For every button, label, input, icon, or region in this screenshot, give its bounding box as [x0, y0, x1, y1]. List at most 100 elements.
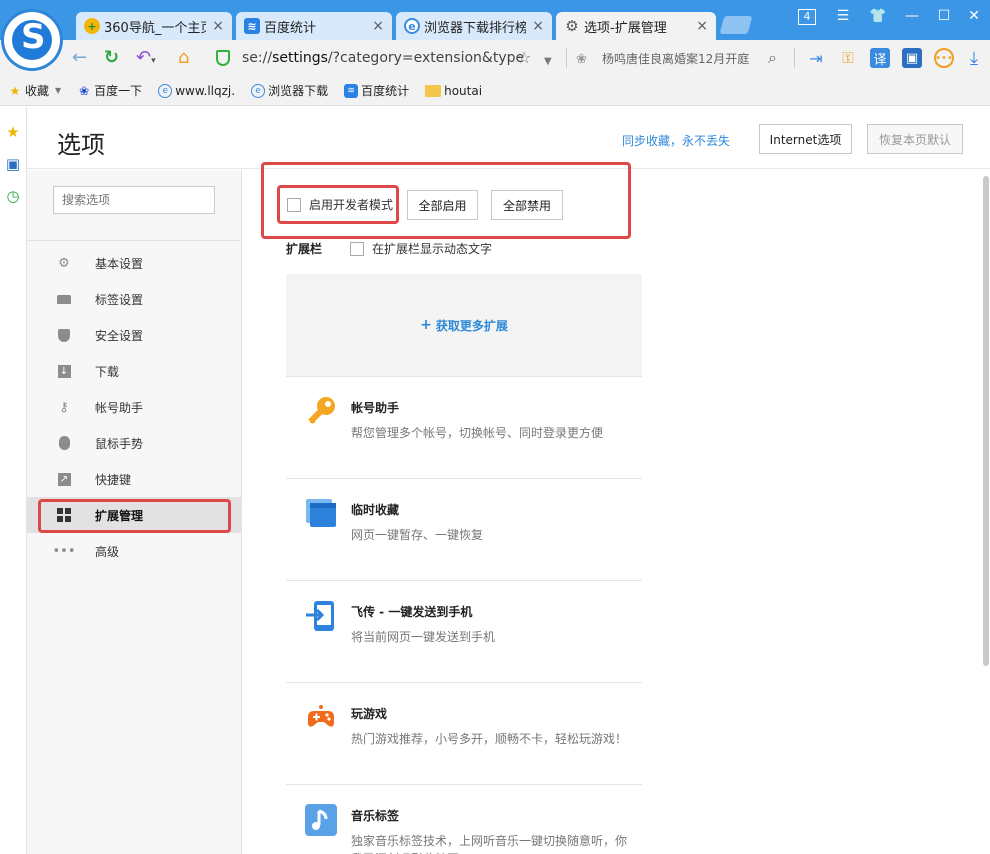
- dev-mode-toggle[interactable]: 启用开发者模式: [287, 196, 393, 213]
- minimize-icon[interactable]: —: [902, 8, 922, 24]
- chevron-down-icon[interactable]: ▼: [544, 52, 552, 72]
- tab-count-badge[interactable]: 4: [798, 9, 816, 25]
- extension-name: 飞传 - 一键发送到手机: [351, 605, 473, 619]
- plus-icon: +: [420, 317, 432, 333]
- address-bar[interactable]: se://settings/?category=extension&type: [216, 45, 566, 71]
- baidu-stats-icon: ≋: [344, 83, 359, 98]
- star-icon[interactable]: ★: [4, 123, 22, 141]
- dev-mode-label: 启用开发者模式: [309, 198, 394, 212]
- bookmark-favorites[interactable]: ★ 收藏 ▼: [8, 82, 62, 99]
- bookmark-label: houtai: [444, 83, 483, 98]
- extension-item[interactable]: 音乐标签 独家音乐标签技术，上网听音乐一键切换随意听，你我已深刻吸引此特写: [286, 784, 642, 854]
- checkbox[interactable]: [350, 241, 365, 256]
- divider: [794, 48, 795, 68]
- tab-browser-download[interactable]: e 浏览器下载排行榜 ×: [396, 12, 552, 40]
- key-icon[interactable]: ⚿: [838, 48, 858, 68]
- extension-name: 音乐标签: [351, 809, 400, 823]
- close-icon[interactable]: ×: [696, 18, 708, 34]
- sync-link[interactable]: 同步收藏，永不丢失: [622, 132, 730, 149]
- sidebar-item-account[interactable]: ⚷ 帐号助手: [27, 389, 242, 425]
- ie-icon: e: [251, 83, 266, 98]
- internet-options-button[interactable]: Internet选项: [759, 124, 852, 154]
- bookmark-label: 收藏: [25, 84, 50, 98]
- page-title: 选项: [57, 131, 105, 159]
- extension-item[interactable]: 玩游戏 热门游戏推荐，小号多开，顺畅不卡，轻松玩游戏！: [286, 682, 642, 784]
- send-to-phone-icon[interactable]: ⇥: [806, 48, 826, 68]
- tab-label: 选项-扩展管理: [584, 20, 667, 36]
- undo-close-icon[interactable]: ↶▾: [136, 48, 156, 71]
- search-suggestion[interactable]: 杨鸣唐佳良离婚案12月开庭: [602, 50, 787, 67]
- download-icon[interactable]: ⤓: [964, 48, 984, 69]
- bookmarks-bar: ★ 收藏 ▼ ❀ 百度一下 e www.llqzj. e 浏览器下载 ≋ 百度统…: [0, 76, 990, 106]
- bookmark-label: 浏览器下载: [268, 84, 329, 98]
- navigation-bar: ← ↻ ↶▾ ⌂ se://settings/?category=extensi…: [0, 40, 990, 76]
- address-prefix: se://: [242, 50, 273, 66]
- more-dots-icon[interactable]: •••: [934, 48, 954, 68]
- side-strip: ★ ▣ ◷: [0, 107, 27, 854]
- dynamic-text-label: 在扩展栏显示动态文字: [372, 242, 493, 256]
- search-options-input[interactable]: [53, 186, 215, 214]
- divider: [27, 240, 242, 241]
- tab-extension-settings[interactable]: ⚙ 选项-扩展管理 ×: [556, 12, 716, 40]
- sidebar-item-download[interactable]: ↓ 下载: [27, 353, 242, 389]
- star-bookmark-icon[interactable]: ☆: [517, 48, 531, 68]
- folder-icon: [425, 84, 442, 97]
- enable-all-button[interactable]: 全部启用: [407, 190, 478, 220]
- extension-item[interactable]: 飞传 - 一键发送到手机 将当前网页一键发送到手机: [286, 580, 642, 682]
- back-arrow-icon[interactable]: ←: [72, 48, 87, 68]
- skin-shirt-icon[interactable]: 👕: [868, 8, 888, 24]
- address-host: settings: [272, 50, 328, 66]
- sidebar-item-basic[interactable]: ⚙ 基本设置: [27, 245, 242, 281]
- sidebar-item-advanced[interactable]: ••• 高级: [27, 533, 242, 569]
- sidebar-item-mouse-gesture[interactable]: 鼠标手势: [27, 425, 242, 461]
- sidebar-item-shortcuts[interactable]: ↗ 快捷键: [27, 461, 242, 497]
- tab-360-nav[interactable]: + 360导航_一个主页 ×: [76, 12, 232, 40]
- extension-item[interactable]: 临时收藏 网页一键暂存、一键恢复: [286, 478, 642, 580]
- sidebar-item-label: 扩展管理: [95, 508, 144, 523]
- disable-all-button[interactable]: 全部禁用: [491, 190, 563, 220]
- extensions-content: 启用开发者模式 全部启用 全部禁用 扩展栏 在扩展栏显示动态文字 + 获取更多扩…: [243, 170, 990, 854]
- phone-send-icon: [306, 601, 334, 631]
- checkbox[interactable]: [287, 197, 301, 212]
- extension-name: 玩游戏: [351, 707, 388, 721]
- bookmark-houtai[interactable]: houtai: [425, 84, 482, 98]
- tab-baidu-stats[interactable]: ≋ 百度统计 ×: [236, 12, 392, 40]
- extension-item[interactable]: 帐号助手 帮您管理多个帐号，切换帐号、同时登录更方便: [286, 376, 642, 478]
- shield-icon: [57, 328, 71, 342]
- home-icon[interactable]: ⌂: [178, 48, 189, 68]
- sidebar-item-tabs[interactable]: 标签设置: [27, 281, 242, 317]
- maximize-icon[interactable]: ☐: [934, 8, 954, 24]
- bookmark-llqzj[interactable]: e www.llqzj.: [158, 83, 236, 98]
- bookmark-baidu-stats[interactable]: ≋ 百度统计: [344, 82, 409, 99]
- close-icon[interactable]: ×: [532, 18, 544, 34]
- browser-logo[interactable]: [4, 12, 60, 68]
- address-path: /?category=extension&type: [327, 50, 525, 66]
- close-icon[interactable]: ×: [212, 18, 224, 34]
- page-header: 选项 同步收藏，永不丢失 Internet选项 恢复本页默认: [27, 107, 990, 169]
- refresh-icon[interactable]: ↻: [104, 48, 119, 68]
- bookmark-label: www.llqzj.: [175, 83, 236, 98]
- bookmark-label: 百度一下: [94, 84, 143, 98]
- translate-icon[interactable]: 译: [870, 48, 890, 68]
- bookmark-baidu[interactable]: ❀ 百度一下: [77, 82, 142, 99]
- bookmark-browser-download[interactable]: e 浏览器下载: [251, 82, 328, 99]
- search-icon[interactable]: ⌕: [768, 48, 777, 68]
- sidebar-item-security[interactable]: 安全设置: [27, 317, 242, 353]
- title-bar: + 360导航_一个主页 × ≋ 百度统计 × e 浏览器下载排行榜 × ⚙ 选…: [0, 0, 990, 40]
- close-icon[interactable]: ×: [372, 18, 384, 34]
- clock-icon[interactable]: ◷: [4, 187, 22, 205]
- scrollbar-thumb[interactable]: [983, 176, 989, 666]
- tab-label: 百度统计: [264, 20, 317, 36]
- restore-default-button[interactable]: 恢复本页默认: [867, 124, 963, 154]
- menu-icon[interactable]: ☰: [833, 8, 853, 24]
- bookmark-label: 百度统计: [361, 84, 410, 98]
- tab-icon: [57, 292, 71, 306]
- ie-icon: e: [158, 83, 173, 98]
- sidebar-item-extensions[interactable]: 扩展管理: [27, 497, 242, 533]
- window-stack-icon[interactable]: ▣: [4, 155, 22, 173]
- window-stack-icon[interactable]: ▣: [902, 48, 922, 68]
- new-tab-button[interactable]: [719, 16, 753, 34]
- get-more-extensions-button[interactable]: + 获取更多扩展: [286, 274, 642, 376]
- close-window-icon[interactable]: ✕: [964, 8, 984, 24]
- baidu-paw-icon: ❀: [576, 52, 587, 67]
